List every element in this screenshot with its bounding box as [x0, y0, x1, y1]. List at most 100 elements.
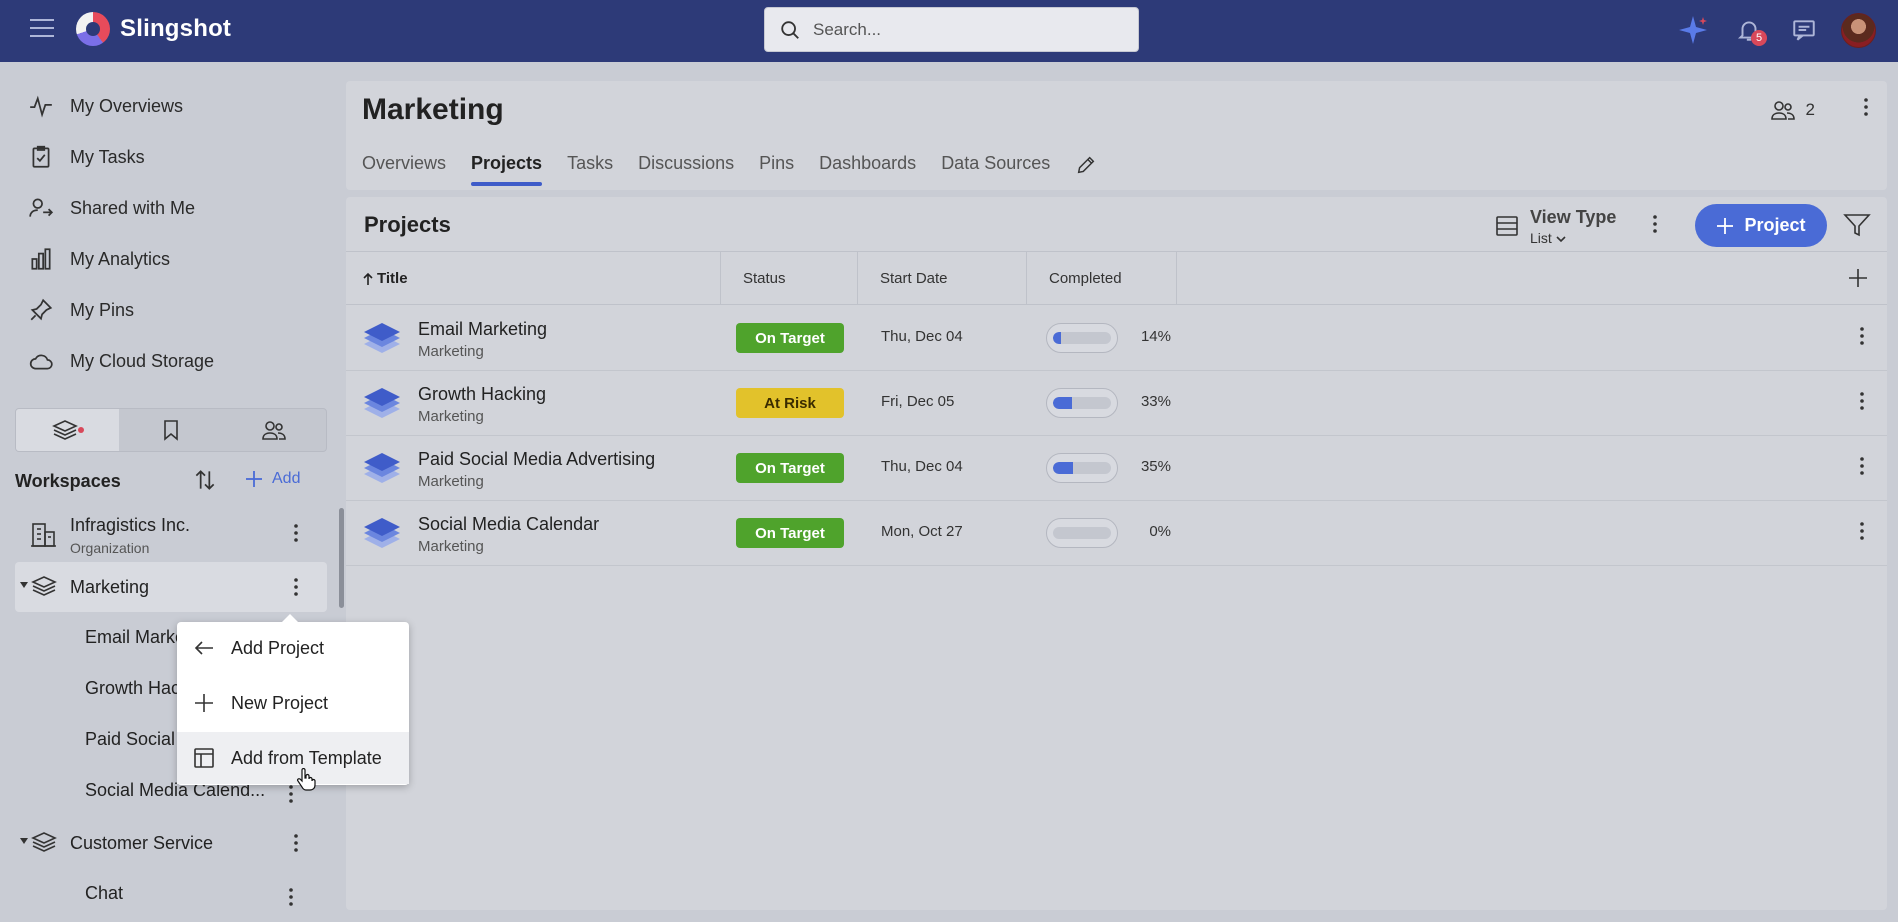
project-name[interactable]: Growth Hacking	[418, 384, 546, 405]
collapse-caret-icon[interactable]	[20, 582, 28, 588]
people-icon	[262, 421, 287, 440]
hamburger-menu-icon[interactable]	[30, 19, 54, 39]
tab-pins[interactable]: Pins	[759, 153, 794, 186]
segment-people[interactable]	[223, 409, 326, 451]
project-stack-icon	[364, 388, 400, 418]
arrow-left-icon	[194, 641, 213, 655]
tab-projects[interactable]: Projects	[471, 153, 543, 186]
cloud-icon	[29, 354, 53, 370]
more-vertical-icon[interactable]	[1859, 391, 1865, 411]
completed-percent: 14%	[1140, 328, 1171, 345]
segment-workspaces[interactable]	[16, 409, 120, 451]
search-box[interactable]	[764, 7, 1139, 52]
nav-label: My Cloud Storage	[70, 350, 215, 371]
workspace-infragistics[interactable]: Infragistics Inc. Organization	[15, 508, 327, 558]
more-vertical-icon[interactable]	[1859, 521, 1865, 541]
table-row[interactable]: Social Media Calendar Marketing On Target M…	[346, 501, 1887, 566]
plus-icon	[195, 694, 213, 712]
add-workspace-label: Add	[272, 470, 301, 487]
collapse-caret-icon[interactable]	[20, 838, 28, 844]
view-type-value: List	[1530, 230, 1566, 246]
status-badge[interactable]: On Target	[736, 518, 844, 548]
more-vertical-icon[interactable]	[1652, 214, 1658, 234]
hand-cursor-icon	[297, 768, 316, 791]
project-name[interactable]: Paid Social Media Advertising	[418, 449, 655, 470]
more-vertical-icon[interactable]	[293, 577, 299, 597]
status-badge[interactable]: On Target	[736, 453, 844, 483]
menu-item-new-project[interactable]: New Project	[177, 677, 409, 729]
nav-label: My Pins	[70, 299, 135, 320]
table-row[interactable]: Growth Hacking Marketing At Risk Fri, Dec 0…	[346, 371, 1887, 436]
sidebar-project-item[interactable]: Growth Hac	[85, 678, 180, 699]
filter-icon[interactable]	[1843, 212, 1871, 238]
sort-workspaces-button[interactable]	[192, 467, 218, 498]
more-vertical-icon[interactable]	[1859, 326, 1865, 346]
status-badge[interactable]: On Target	[736, 323, 844, 353]
workspace-name: Customer Service	[70, 832, 214, 853]
table-row[interactable]: Paid Social Media Advertising Marketing On…	[346, 436, 1887, 501]
tab-tasks[interactable]: Tasks	[567, 153, 613, 186]
workspace-name: Infragistics Inc.	[70, 515, 191, 535]
nav-shared-with-me[interactable]: Shared with Me	[28, 193, 195, 223]
tab-overviews[interactable]: Overviews	[362, 153, 446, 186]
more-vertical-icon[interactable]	[288, 784, 294, 804]
app-logo[interactable]: Slingshot	[76, 12, 231, 46]
pin-icon	[30, 298, 53, 321]
add-column-icon[interactable]	[1847, 267, 1869, 289]
menu-item-add-from-template[interactable]: Add from Template	[177, 732, 409, 784]
project-name[interactable]: Social Media Calendar	[418, 514, 599, 535]
nav-label: My Tasks	[70, 146, 145, 167]
column-completed[interactable]: Completed	[1027, 252, 1177, 305]
nav-my-cloud-storage[interactable]: My Cloud Storage	[28, 346, 214, 376]
tab-dashboards[interactable]: Dashboards	[819, 153, 916, 186]
status-badge[interactable]: At Risk	[736, 388, 844, 418]
workspaces-heading: Workspaces	[15, 471, 121, 491]
menu-item-label: New Project	[231, 692, 329, 713]
sidebar-project-item[interactable]: Email Marke	[85, 627, 185, 648]
nav-my-analytics[interactable]: My Analytics	[28, 244, 170, 274]
tab-data-sources[interactable]: Data Sources	[941, 153, 1050, 186]
members-button[interactable]: 2	[1770, 98, 1815, 122]
project-name[interactable]: Email Marketing	[418, 319, 547, 340]
workspace-marketing[interactable]: Marketing	[15, 562, 327, 612]
slingshot-logo-icon	[76, 12, 110, 46]
nav-my-overviews[interactable]: My Overviews	[28, 91, 183, 121]
more-vertical-icon[interactable]	[288, 887, 294, 907]
pencil-icon[interactable]	[1075, 154, 1097, 176]
notifications-bell-icon[interactable]: 5	[1733, 14, 1767, 46]
more-vertical-icon[interactable]	[293, 833, 299, 853]
top-bar: Slingshot 5	[0, 0, 1898, 62]
chevron-down-icon	[1556, 236, 1566, 243]
nav-label: My Analytics	[70, 248, 171, 269]
add-workspace-button[interactable]: Add	[244, 469, 300, 489]
app-name: Slingshot	[120, 15, 232, 42]
tab-discussions[interactable]: Discussions	[638, 153, 734, 186]
segment-bookmarks[interactable]	[119, 409, 222, 451]
menu-item-add-project[interactable]: Add Project	[177, 622, 409, 674]
ai-sparkle-icon[interactable]	[1677, 14, 1709, 46]
more-vertical-icon[interactable]	[1859, 456, 1865, 476]
bar-chart-icon	[31, 248, 51, 270]
add-project-button[interactable]: Project	[1695, 204, 1827, 247]
sidebar-project-item[interactable]: Paid Social	[85, 729, 175, 750]
project-workspace: Marketing	[418, 343, 484, 360]
workspace-customer-service[interactable]: Customer Service	[15, 818, 327, 868]
progress-bar	[1046, 518, 1118, 548]
view-type-label: View Type	[1530, 207, 1617, 227]
sidebar-scrollbar[interactable]	[339, 508, 344, 608]
more-vertical-icon[interactable]	[293, 523, 299, 543]
nav-my-tasks[interactable]: My Tasks	[28, 142, 145, 172]
column-start-date[interactable]: Start Date	[858, 252, 1027, 305]
column-status[interactable]: Status	[721, 252, 858, 305]
nav-my-pins[interactable]: My Pins	[28, 295, 134, 325]
sidebar-project-item[interactable]: Chat	[85, 883, 123, 904]
messages-icon[interactable]	[1788, 14, 1820, 46]
members-count: 2	[1805, 100, 1815, 119]
table-row[interactable]: Email Marketing Marketing On Target Thu, De…	[346, 306, 1887, 371]
table-header: Title Status Start Date Completed	[346, 251, 1887, 305]
user-avatar[interactable]	[1841, 13, 1876, 48]
progress-fill	[1053, 397, 1073, 409]
column-title[interactable]: Title	[346, 252, 721, 305]
more-vertical-icon[interactable]	[1863, 97, 1869, 117]
search-input[interactable]	[813, 19, 1113, 40]
